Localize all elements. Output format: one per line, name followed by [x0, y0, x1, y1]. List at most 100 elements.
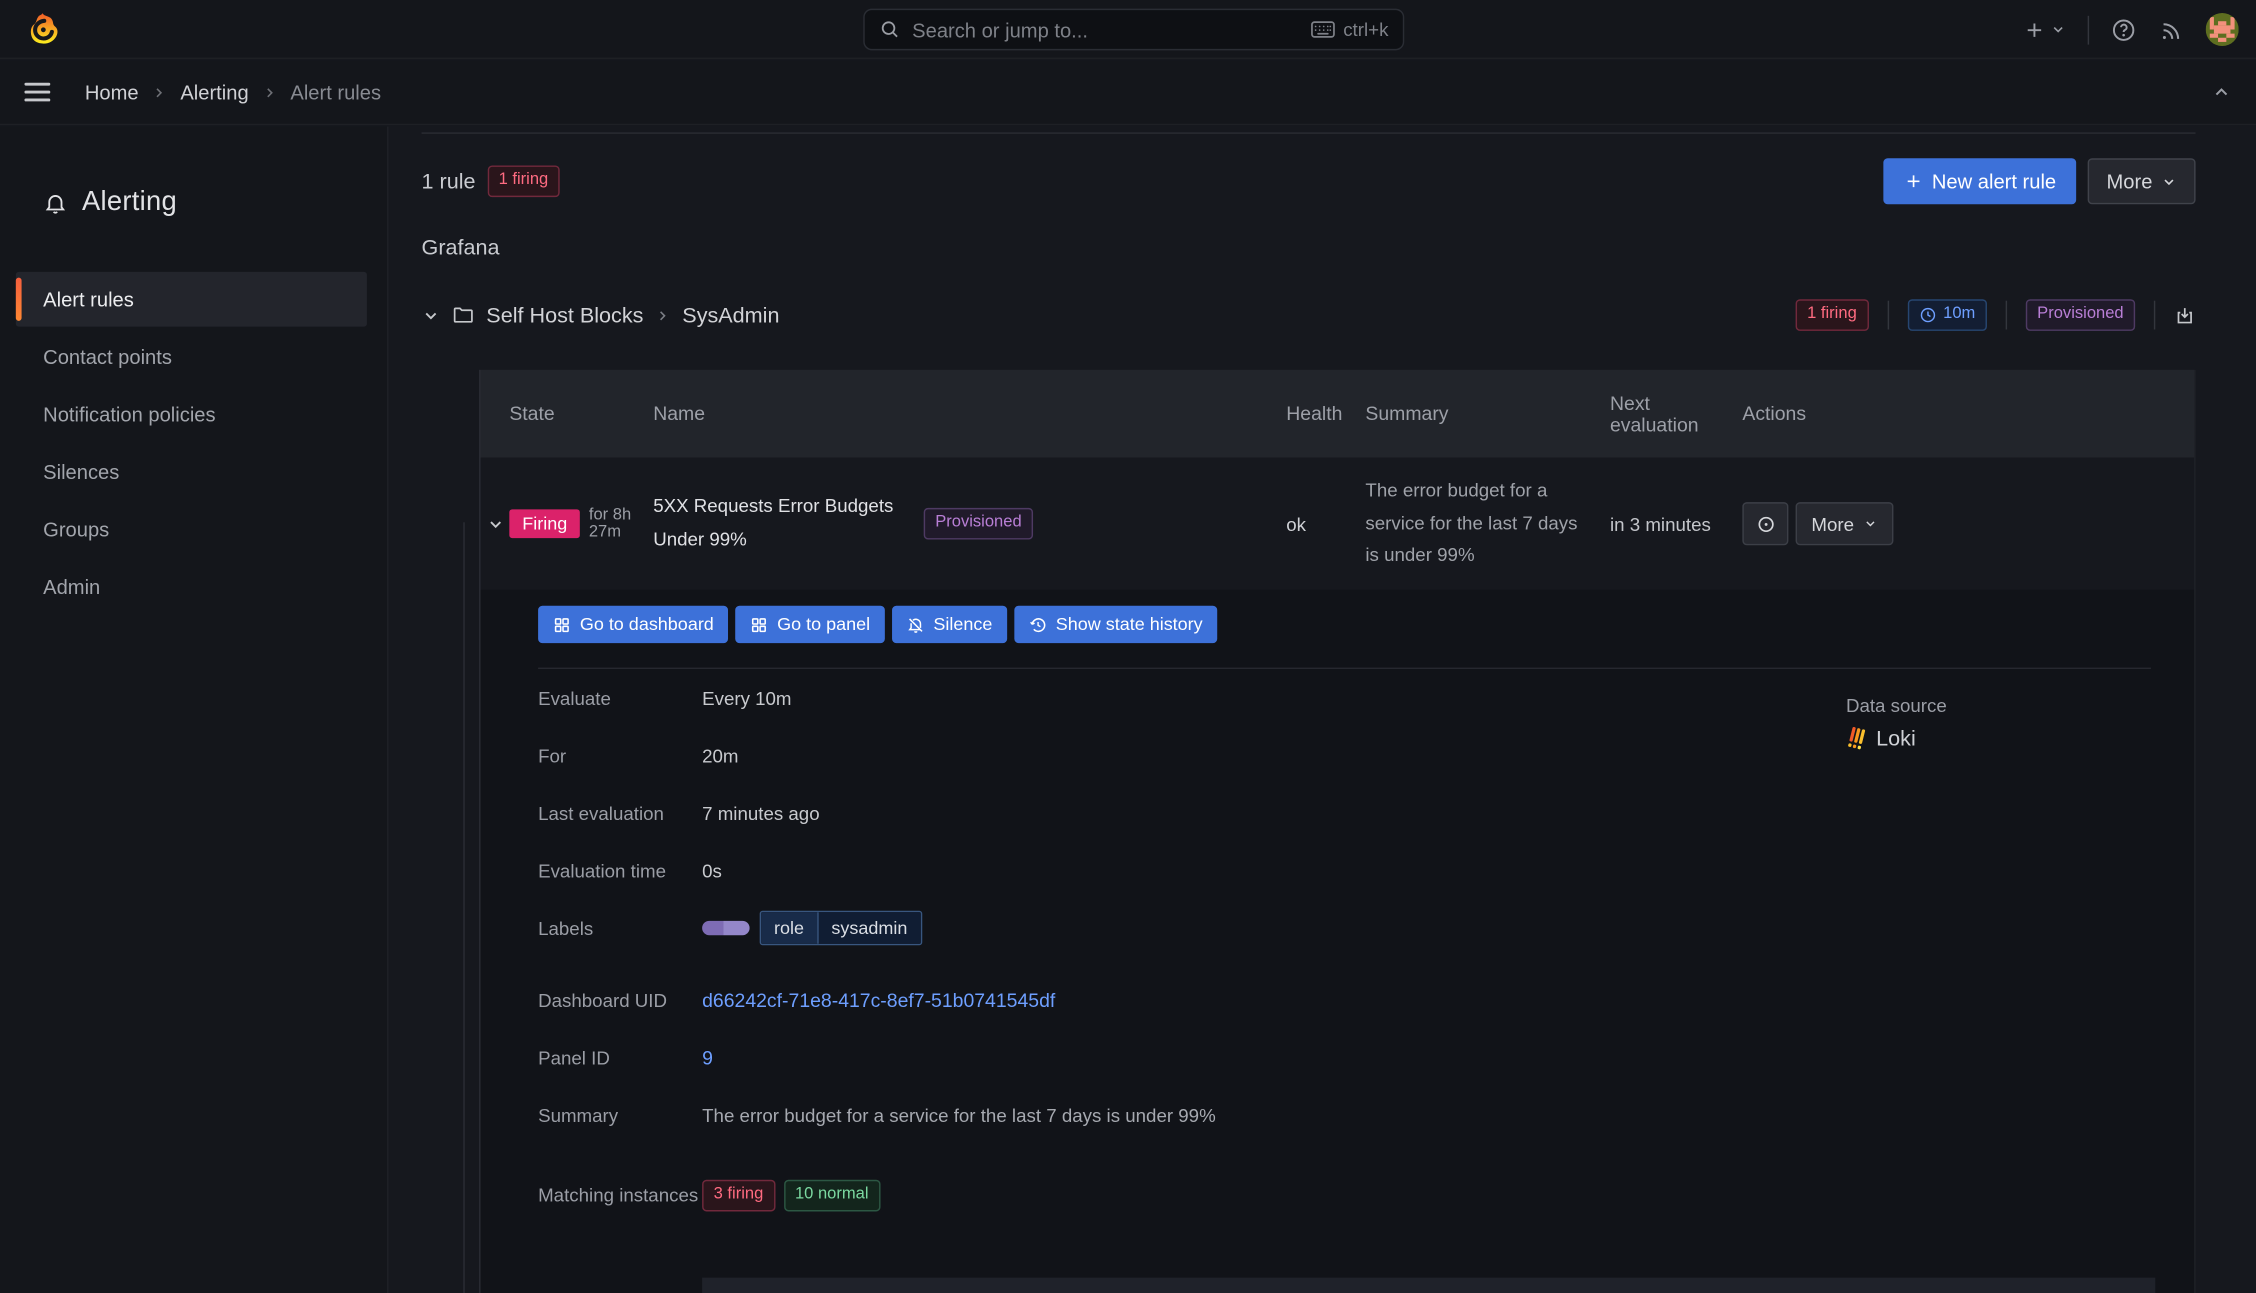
export-icon — [2177, 307, 2192, 323]
label-color-indicator — [702, 920, 750, 936]
global-search[interactable]: ctrl+k — [863, 8, 1405, 51]
go-to-dashboard-button[interactable]: Go to dashboard — [538, 605, 729, 644]
go-to-panel-button[interactable]: Go to panel — [735, 605, 885, 644]
go-to-dashboard-label: Go to dashboard — [579, 614, 714, 635]
row-more-button[interactable]: More — [1795, 502, 1893, 546]
bell-icon — [45, 194, 66, 213]
label-badge: role sysadmin — [759, 910, 922, 946]
help-button[interactable] — [2111, 17, 2137, 43]
cell-name: 5XX Requests Error Budgets Under 99% Pro… — [653, 491, 1286, 556]
detail-value: 0s — [702, 859, 722, 882]
cell-health: ok — [1286, 512, 1307, 535]
clock-icon — [1920, 307, 1935, 323]
panel-id-link[interactable]: 9 — [702, 1047, 713, 1069]
group-guide-line — [463, 522, 465, 1293]
view-rule-button[interactable] — [1742, 502, 1789, 546]
sidebar-item-alert-rules[interactable]: Alert rules — [15, 271, 367, 327]
detail-label: Evaluate — [538, 687, 611, 709]
main-content: 1 rule 1 firing New alert rule More Graf… — [389, 126, 2256, 1293]
firing-duration: for 8h 27m — [588, 506, 632, 541]
chevron-down-icon — [1865, 521, 1874, 527]
group-interval-label: 10m — [1943, 305, 1976, 323]
rule-details-panel: Go to dashboard Go to panel Silence Show… — [480, 589, 2195, 1293]
silence-button[interactable]: Silence — [891, 605, 1007, 644]
search-input[interactable] — [912, 17, 1299, 42]
sidebar-item-label: Notification policies — [43, 402, 216, 426]
detail-label: Labels — [538, 917, 594, 939]
row-more-label: More — [1811, 512, 1855, 535]
detail-value: 7 minutes ago — [702, 802, 820, 824]
group-badges: 1 firing 10m Provisioned — [1795, 299, 2196, 331]
rule-count: 1 rule — [421, 169, 476, 194]
rule-name-link[interactable]: 5XX Requests Error Budgets Under 99% — [653, 491, 909, 556]
user-avatar[interactable] — [2205, 12, 2239, 47]
col-header-state: State — [509, 402, 555, 425]
table-header-row: State Name Health Summary Next evaluatio… — [480, 369, 2195, 458]
chevron-down-icon — [2164, 178, 2174, 185]
detail-panel-id: Panel ID 9 — [538, 1029, 2151, 1087]
plus-icon — [1907, 175, 1920, 188]
group-collapse-button[interactable] — [422, 306, 441, 325]
sidebar-nav: Alerting Alert rules Contact points Noti… — [0, 126, 389, 1293]
detail-label: Evaluation time — [538, 859, 666, 882]
sidebar-item-label: Alert rules — [43, 287, 134, 311]
sidebar-item-silences[interactable]: Silences — [16, 445, 367, 500]
col-header-health: Health — [1286, 402, 1343, 425]
collapse-header-button[interactable] — [2211, 82, 2231, 102]
group-name-link[interactable]: SysAdmin — [682, 303, 779, 327]
data-source-name[interactable]: Loki — [1876, 727, 1916, 751]
cell-next-evaluation: in 3 minutes — [1609, 512, 1711, 535]
breadcrumb-alerting[interactable]: Alerting — [180, 81, 248, 104]
rule-provisioned-badge: Provisioned — [923, 508, 1034, 540]
sidebar-item-admin[interactable]: Admin — [16, 560, 367, 615]
sidebar-item-groups[interactable]: Groups — [16, 502, 367, 557]
detail-labels: Labels role sysadmin — [538, 899, 2151, 957]
more-actions-button[interactable]: More — [2087, 158, 2196, 205]
alert-rule-row: Firing for 8h 27m 5XX Requests Error Bud… — [480, 457, 2195, 590]
menu-toggle-button[interactable] — [24, 82, 51, 102]
matching-normal-badge: 10 normal — [783, 1179, 881, 1211]
dashboard-uid-link[interactable]: d66242cf-71e8-417c-8ef7-51b0741545df — [702, 989, 1055, 1011]
group-provisioned-badge: Provisioned — [2025, 299, 2136, 331]
col-header-actions: Actions — [1742, 402, 1807, 425]
breadcrumb-home[interactable]: Home — [85, 81, 139, 104]
group-firing-badge: 1 firing — [1795, 299, 1869, 331]
detail-matching-instances: Matching instances 3 firing 10 normal — [538, 1178, 2151, 1211]
col-header-name: Name — [653, 402, 706, 425]
col-header-summary: Summary — [1365, 402, 1449, 425]
new-alert-rule-label: New alert rule — [1931, 169, 2057, 193]
grafana-app: ctrl+k — [0, 0, 2256, 1293]
news-button[interactable] — [2158, 17, 2184, 43]
detail-label: For — [538, 744, 567, 767]
sidebar-item-label: Contact points — [43, 345, 172, 369]
group-folder-link[interactable]: Self Host Blocks — [486, 303, 643, 327]
bell-slash-icon — [907, 617, 923, 633]
label-key: role — [761, 911, 817, 945]
grafana-logo-icon[interactable] — [24, 12, 60, 48]
new-alert-rule-button[interactable]: New alert rule — [1882, 158, 2077, 205]
cell-state: Firing for 8h 27m — [509, 506, 653, 541]
show-state-history-label: Show state history — [1055, 614, 1203, 635]
export-group-button[interactable] — [2174, 304, 2196, 326]
detail-label: Summary — [538, 1104, 619, 1126]
rule-group-row: Self Host Blocks SysAdmin 1 firing 10m P… — [422, 298, 2196, 333]
data-source-label: Data source — [1845, 694, 1947, 717]
badge-divider — [2153, 300, 2156, 330]
row-collapse-button[interactable] — [481, 514, 510, 533]
go-to-panel-label: Go to panel — [777, 614, 871, 635]
chevron-down-icon — [425, 312, 437, 319]
folder-icon — [452, 304, 475, 327]
show-state-history-button[interactable]: Show state history — [1013, 605, 1218, 644]
keyboard-icon — [1310, 20, 1335, 39]
detail-last-evaluation: Last evaluation 7 minutes ago — [538, 784, 2151, 842]
topbar-divider — [2087, 15, 2090, 44]
rules-list-header: 1 rule 1 firing New alert rule More — [421, 158, 2196, 205]
search-shortcut: ctrl+k — [1310, 19, 1388, 40]
eye-icon — [1757, 516, 1773, 532]
sidebar-item-notification-policies[interactable]: Notification policies — [16, 387, 367, 442]
sidebar-item-contact-points[interactable]: Contact points — [16, 329, 367, 384]
detail-label: Dashboard UID — [538, 989, 668, 1011]
new-menu-button[interactable] — [2023, 18, 2066, 41]
more-label: More — [2106, 169, 2153, 193]
badge-divider — [1886, 300, 1889, 330]
